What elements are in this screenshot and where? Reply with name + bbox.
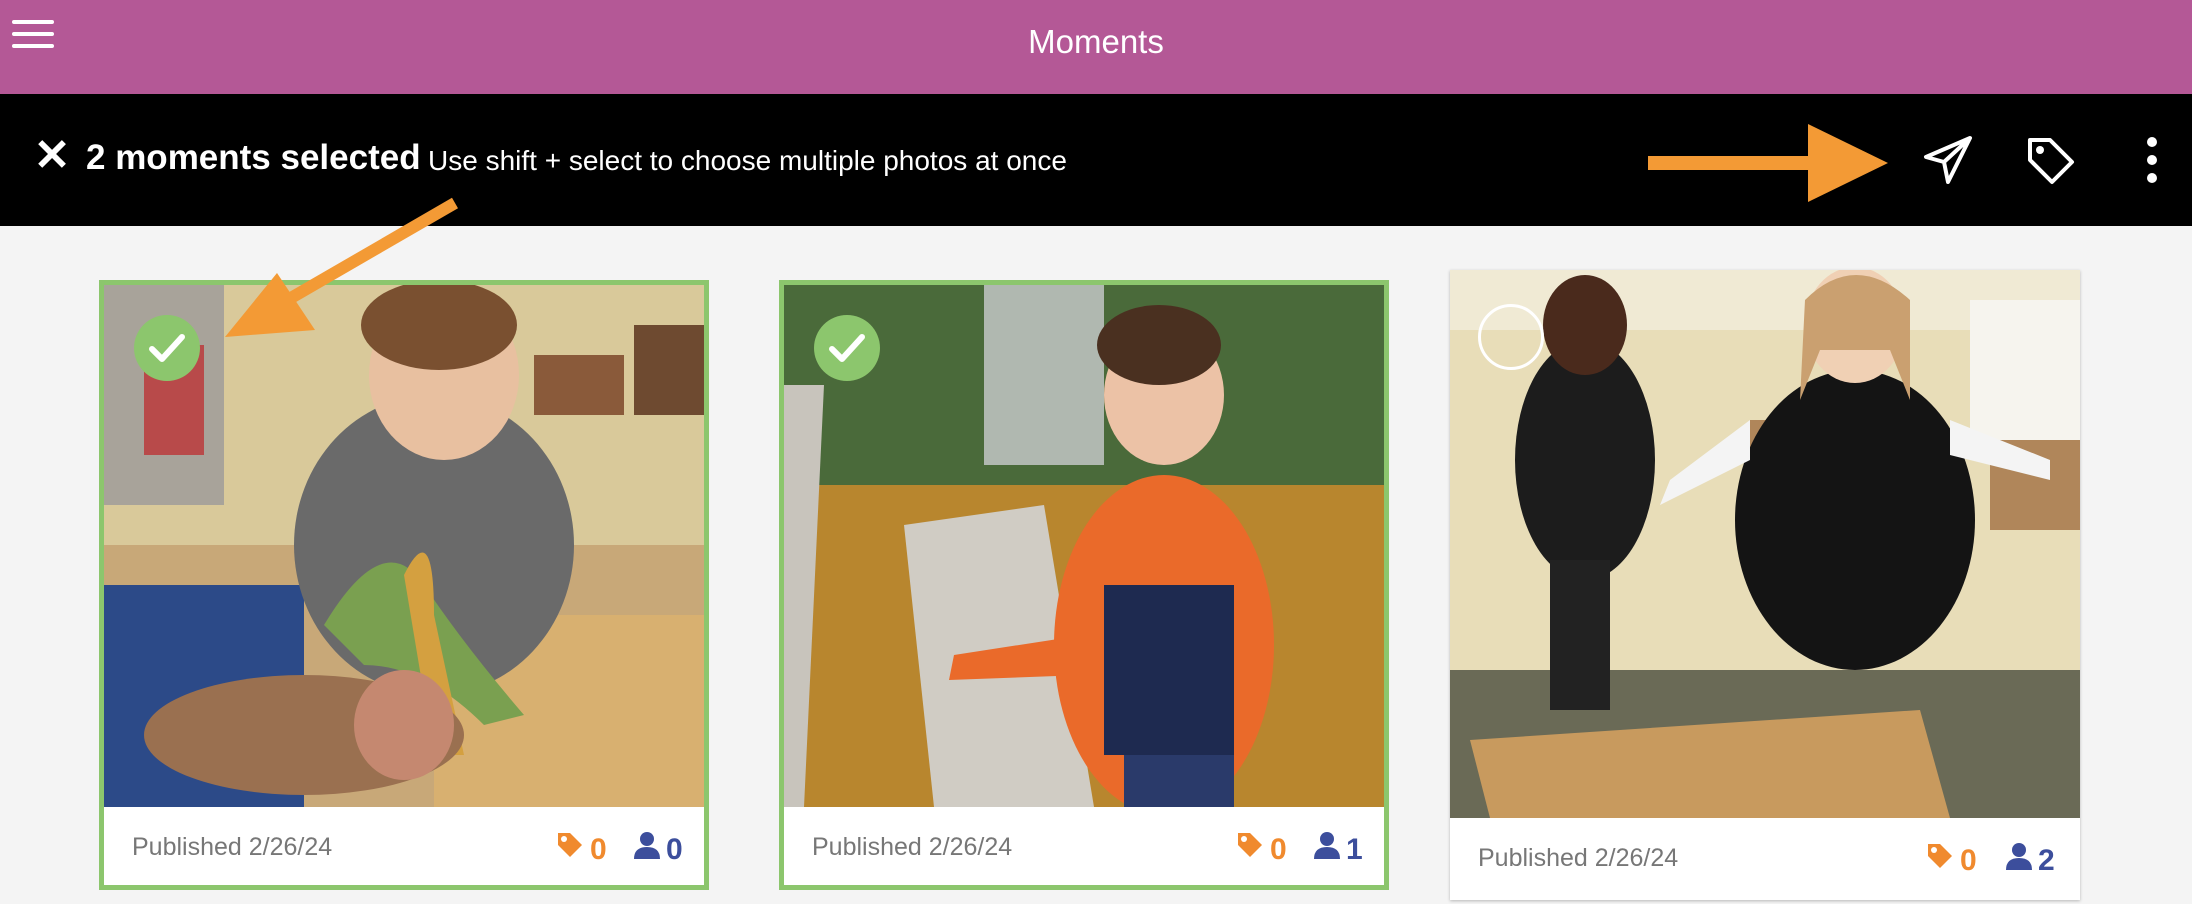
person-icon <box>1314 832 1340 859</box>
moment-footer: Published 2/26/24 0 0 <box>104 807 704 885</box>
moment-photo[interactable] <box>1450 270 2080 818</box>
tag-icon <box>1928 844 1952 868</box>
app-header: Moments <box>0 0 2192 94</box>
more-vertical-icon[interactable] <box>2124 132 2180 188</box>
moment-card[interactable]: Published 2/26/24 0 0 <box>99 280 709 890</box>
tag-count[interactable]: 0 <box>1926 842 1977 878</box>
annotation-arrow-diagonal-icon <box>225 197 459 337</box>
moment-card[interactable]: Published 2/26/24 0 2 <box>1450 270 2080 900</box>
annotation-arrow-right-icon <box>1648 124 1888 202</box>
send-icon[interactable] <box>1920 132 1976 188</box>
tag-count[interactable]: 0 <box>556 831 607 867</box>
people-count[interactable]: 0 <box>634 831 683 867</box>
tag-icon <box>558 833 582 857</box>
close-selection-button[interactable]: ✕ <box>32 134 72 178</box>
moment-footer: Published 2/26/24 0 1 <box>784 807 1384 885</box>
published-date: Published 2/26/24 <box>812 833 1013 861</box>
people-count[interactable]: 1 <box>1314 831 1363 867</box>
published-date: Published 2/26/24 <box>1478 844 1679 872</box>
tag-icon <box>1238 833 1262 857</box>
tag-count[interactable]: 0 <box>1236 831 1287 867</box>
selection-count: 2 moments selected <box>86 138 421 177</box>
selected-check-icon[interactable] <box>814 315 880 381</box>
published-date: Published 2/26/24 <box>132 833 333 861</box>
selected-check-icon[interactable] <box>134 315 200 381</box>
moment-footer: Published 2/26/24 0 2 <box>1450 818 2080 900</box>
selection-hint: Use shift + select to choose multiple ph… <box>428 145 1067 176</box>
tag-icon[interactable] <box>2022 132 2078 188</box>
page-title: Moments <box>1028 23 1164 60</box>
moment-card[interactable]: Published 2/26/24 0 1 <box>779 280 1389 890</box>
people-count[interactable]: 2 <box>2006 842 2055 878</box>
person-icon <box>2006 843 2032 870</box>
person-icon <box>634 832 660 859</box>
select-circle-icon[interactable] <box>1478 304 1544 370</box>
